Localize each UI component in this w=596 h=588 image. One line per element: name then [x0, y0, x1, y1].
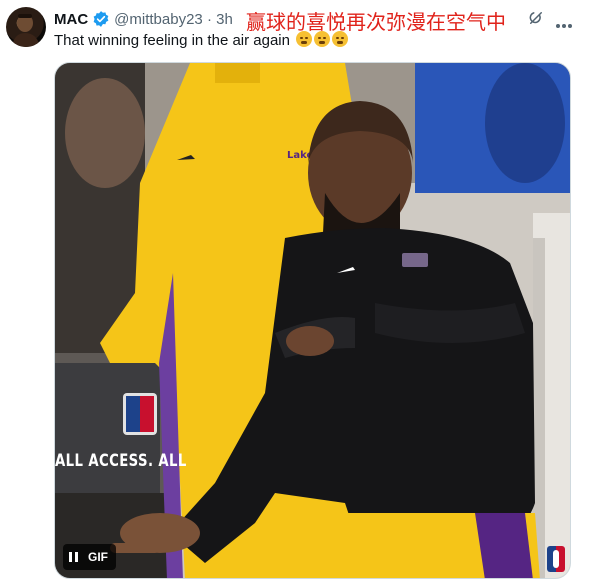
arena-ad-text: ALL ACCESS. ALL — [55, 451, 187, 471]
triumph-face-emoji — [332, 31, 349, 47]
nba-logo-icon — [547, 546, 565, 572]
author-name[interactable]: MAC — [54, 11, 88, 28]
grok-icon[interactable] — [527, 9, 545, 32]
gif-label: GIF — [88, 550, 108, 564]
gif-frame: Lakers — [55, 63, 570, 578]
avatar[interactable] — [6, 7, 46, 47]
gif-controls[interactable]: GIF — [63, 544, 116, 570]
tweet-header: MAC @mittbaby23 · 3h — [54, 8, 233, 30]
tweet-card[interactable]: MAC @mittbaby23 · 3h 赢球的喜悦再次弥漫在空气中 That … — [0, 0, 596, 588]
tweet-text-body: That winning feeling in the air again — [54, 32, 290, 49]
triumph-face-emoji — [314, 31, 331, 47]
tweet-text: That winning feeling in the air again — [54, 31, 349, 49]
more-icon[interactable] — [555, 16, 573, 34]
gif-media[interactable]: Lakers ALL ACCESS. ALL GIF — [54, 62, 571, 579]
pause-icon[interactable] — [69, 552, 78, 562]
triumph-face-emoji — [296, 31, 313, 47]
verified-badge-icon — [92, 10, 110, 28]
handle-and-timestamp[interactable]: @mittbaby23 · 3h — [114, 11, 233, 28]
